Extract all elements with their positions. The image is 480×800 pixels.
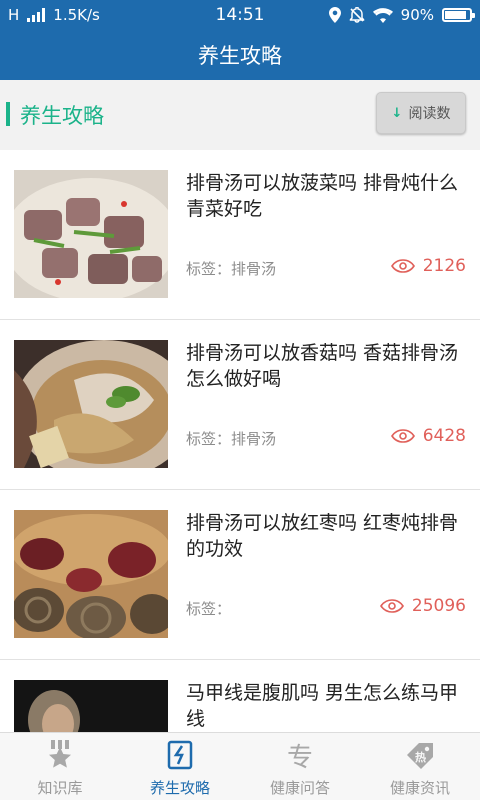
page-title: 养生攻略 [198, 44, 282, 68]
wifi-icon [372, 7, 393, 23]
eye-icon [379, 599, 404, 613]
status-bar: H 1.5K/s 14:51 90% [0, 0, 480, 30]
eye-icon [390, 429, 415, 443]
tab-health-news[interactable]: 热 健康资讯 [360, 733, 480, 800]
article-title[interactable]: 排骨汤可以放菠菜吗 排骨炖什么青菜好吃 [186, 170, 470, 222]
article-title[interactable]: 排骨汤可以放红枣吗 红枣炖排骨的功效 [186, 510, 470, 562]
list-item[interactable]: 马甲线是腹肌吗 男生怎么练马甲线 [0, 660, 480, 732]
tab-label: 知识库 [37, 779, 83, 797]
zhuan-icon: 专 [286, 742, 313, 773]
sort-by-reads-button[interactable]: ↓ 阅读数 [376, 92, 466, 134]
article-thumbnail [14, 680, 168, 732]
view-count-value: 6428 [422, 426, 466, 446]
section-accent-bar [6, 102, 10, 126]
article-thumbnail [14, 170, 168, 298]
hot-tag-icon: 热 [403, 739, 437, 771]
list-item[interactable]: 排骨汤可以放红枣吗 红枣炖排骨的功效 标签： 25096 [0, 490, 480, 660]
article-tag: 标签： [186, 600, 232, 618]
eye-icon [390, 259, 415, 273]
svg-text:热: 热 [415, 750, 426, 764]
list-item[interactable]: 排骨汤可以放香菇吗 香菇排骨汤怎么做好喝 标签：排骨汤 6428 [0, 320, 480, 490]
sort-label: 阅读数 [408, 106, 451, 122]
article-tag: 标签：排骨汤 [186, 430, 277, 448]
tab-knowledge[interactable]: 知识库 [0, 733, 120, 800]
battery-percent: 90% [400, 6, 434, 24]
down-arrow-icon: ↓ [391, 105, 403, 121]
tab-label: 养生攻略 [149, 779, 210, 797]
article-thumbnail [14, 510, 168, 638]
app-header: 养生攻略 [0, 30, 480, 80]
bottom-tab-bar: 知识库 养生攻略 专 健康问答 热 健康资讯 [0, 732, 480, 800]
tab-health-qa[interactable]: 专 健康问答 [240, 733, 360, 800]
article-thumbnail [14, 340, 168, 468]
mute-bell-icon [349, 7, 364, 23]
tab-label: 健康问答 [269, 779, 330, 797]
location-icon [328, 7, 341, 23]
tab-label: 健康资讯 [389, 779, 450, 797]
view-count: 25096 [379, 596, 466, 616]
section-title: 养生攻略 [20, 104, 104, 128]
status-right: 90% [328, 6, 475, 24]
article-title[interactable]: 排骨汤可以放香菇吗 香菇排骨汤怎么做好喝 [186, 340, 470, 392]
battery-icon [442, 8, 475, 22]
list-item[interactable]: 排骨汤可以放菠菜吗 排骨炖什么青菜好吃 标签：排骨汤 2126 [0, 150, 480, 320]
view-count: 2126 [390, 256, 466, 276]
view-count-value: 25096 [411, 596, 466, 616]
star-icon [43, 739, 77, 771]
book-icon [163, 739, 197, 771]
article-tag: 标签：排骨汤 [186, 260, 277, 278]
view-count: 6428 [390, 426, 466, 446]
article-list[interactable]: 排骨汤可以放菠菜吗 排骨炖什么青菜好吃 标签：排骨汤 2126 排骨汤可以放香菇… [0, 150, 480, 732]
tab-health-guide[interactable]: 养生攻略 [120, 733, 240, 800]
article-title[interactable]: 马甲线是腹肌吗 男生怎么练马甲线 [186, 680, 470, 732]
view-count-value: 2126 [422, 256, 466, 276]
